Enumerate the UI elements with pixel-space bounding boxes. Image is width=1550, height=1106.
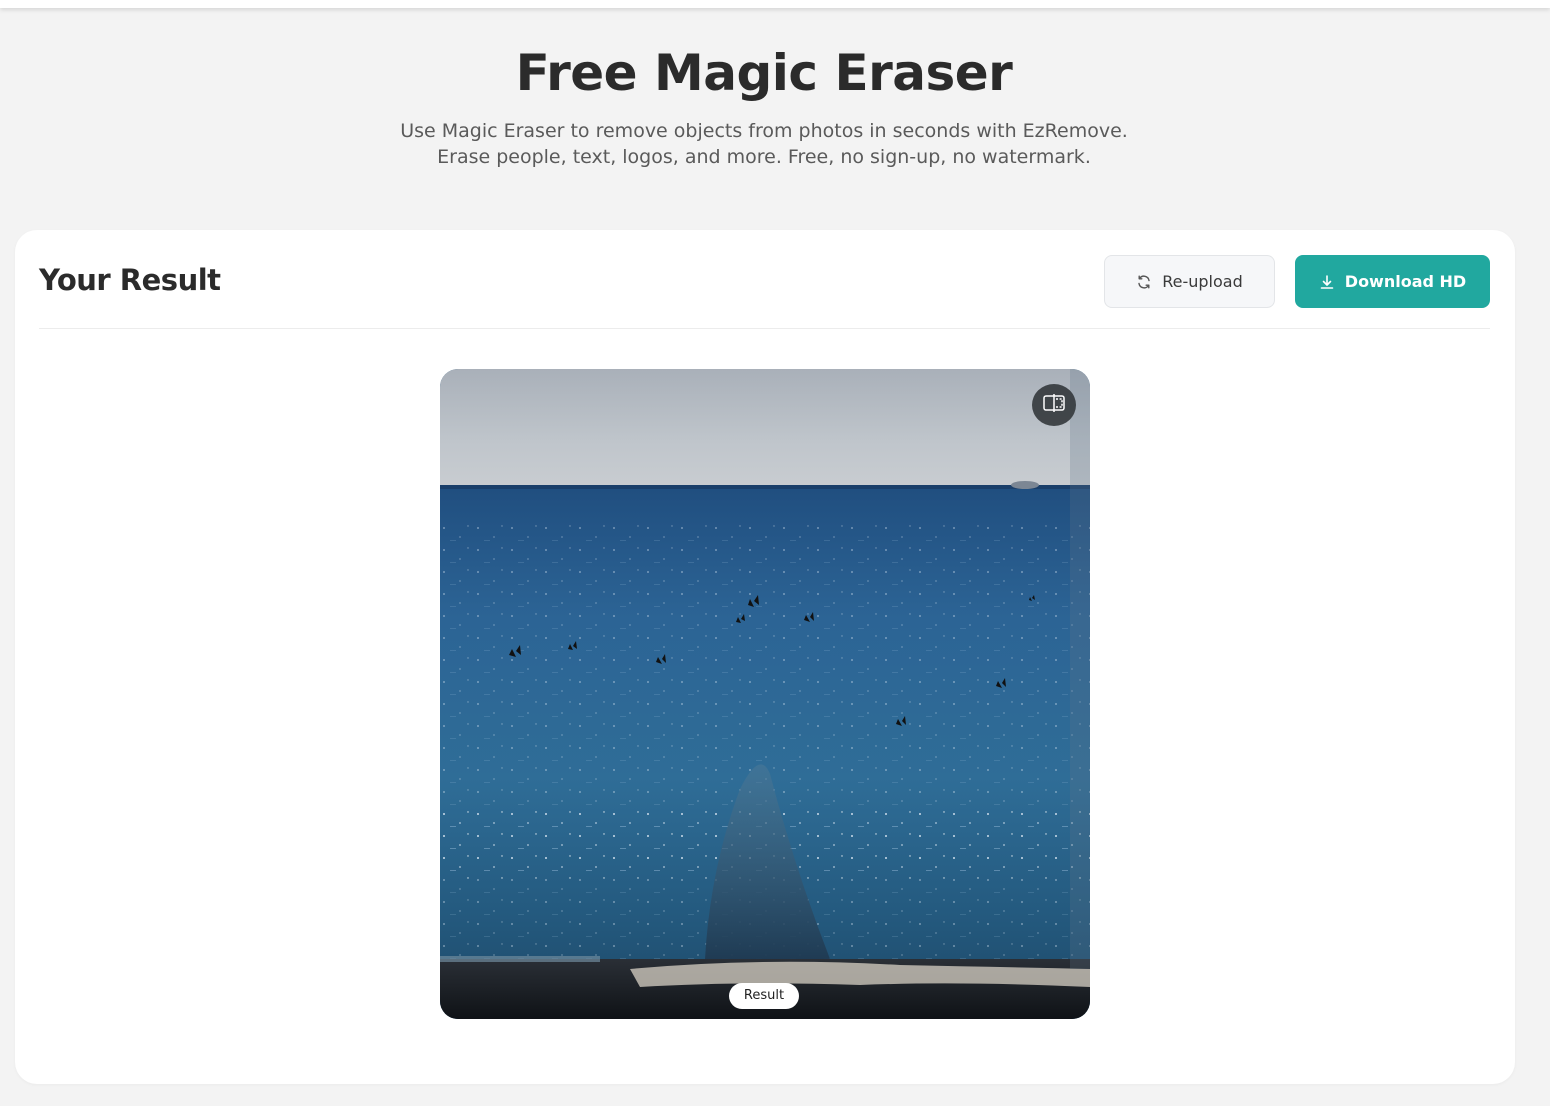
- refresh-icon: [1136, 274, 1152, 290]
- download-icon: [1319, 274, 1335, 290]
- result-card-header: Your Result Re-upload Download HD: [39, 230, 1490, 329]
- reupload-label: Re-upload: [1162, 272, 1243, 291]
- subtitle-line-2: Erase people, text, logos, and more. Fre…: [437, 146, 1091, 168]
- subtitle-line-1: Use Magic Eraser to remove objects from …: [400, 120, 1128, 142]
- result-title: Your Result: [39, 263, 221, 297]
- download-hd-button[interactable]: Download HD: [1295, 255, 1490, 308]
- result-image: [440, 369, 1090, 1019]
- result-badge: Result: [729, 983, 799, 1009]
- download-label: Download HD: [1344, 272, 1467, 291]
- reupload-button[interactable]: Re-upload: [1104, 255, 1275, 308]
- result-card: Your Result Re-upload Download HD Result: [15, 230, 1515, 1084]
- page-title: Free Magic Eraser: [515, 44, 1013, 102]
- hero-section: Free Magic Eraser Use Magic Eraser to re…: [0, 40, 1528, 170]
- compare-toggle-button[interactable]: [1032, 384, 1076, 426]
- page-subtitle: Use Magic Eraser to remove objects from …: [0, 118, 1528, 170]
- compare-split-icon: [1042, 393, 1066, 417]
- top-nav-bar: [0, 0, 1550, 8]
- result-image-preview[interactable]: Result: [440, 369, 1090, 1019]
